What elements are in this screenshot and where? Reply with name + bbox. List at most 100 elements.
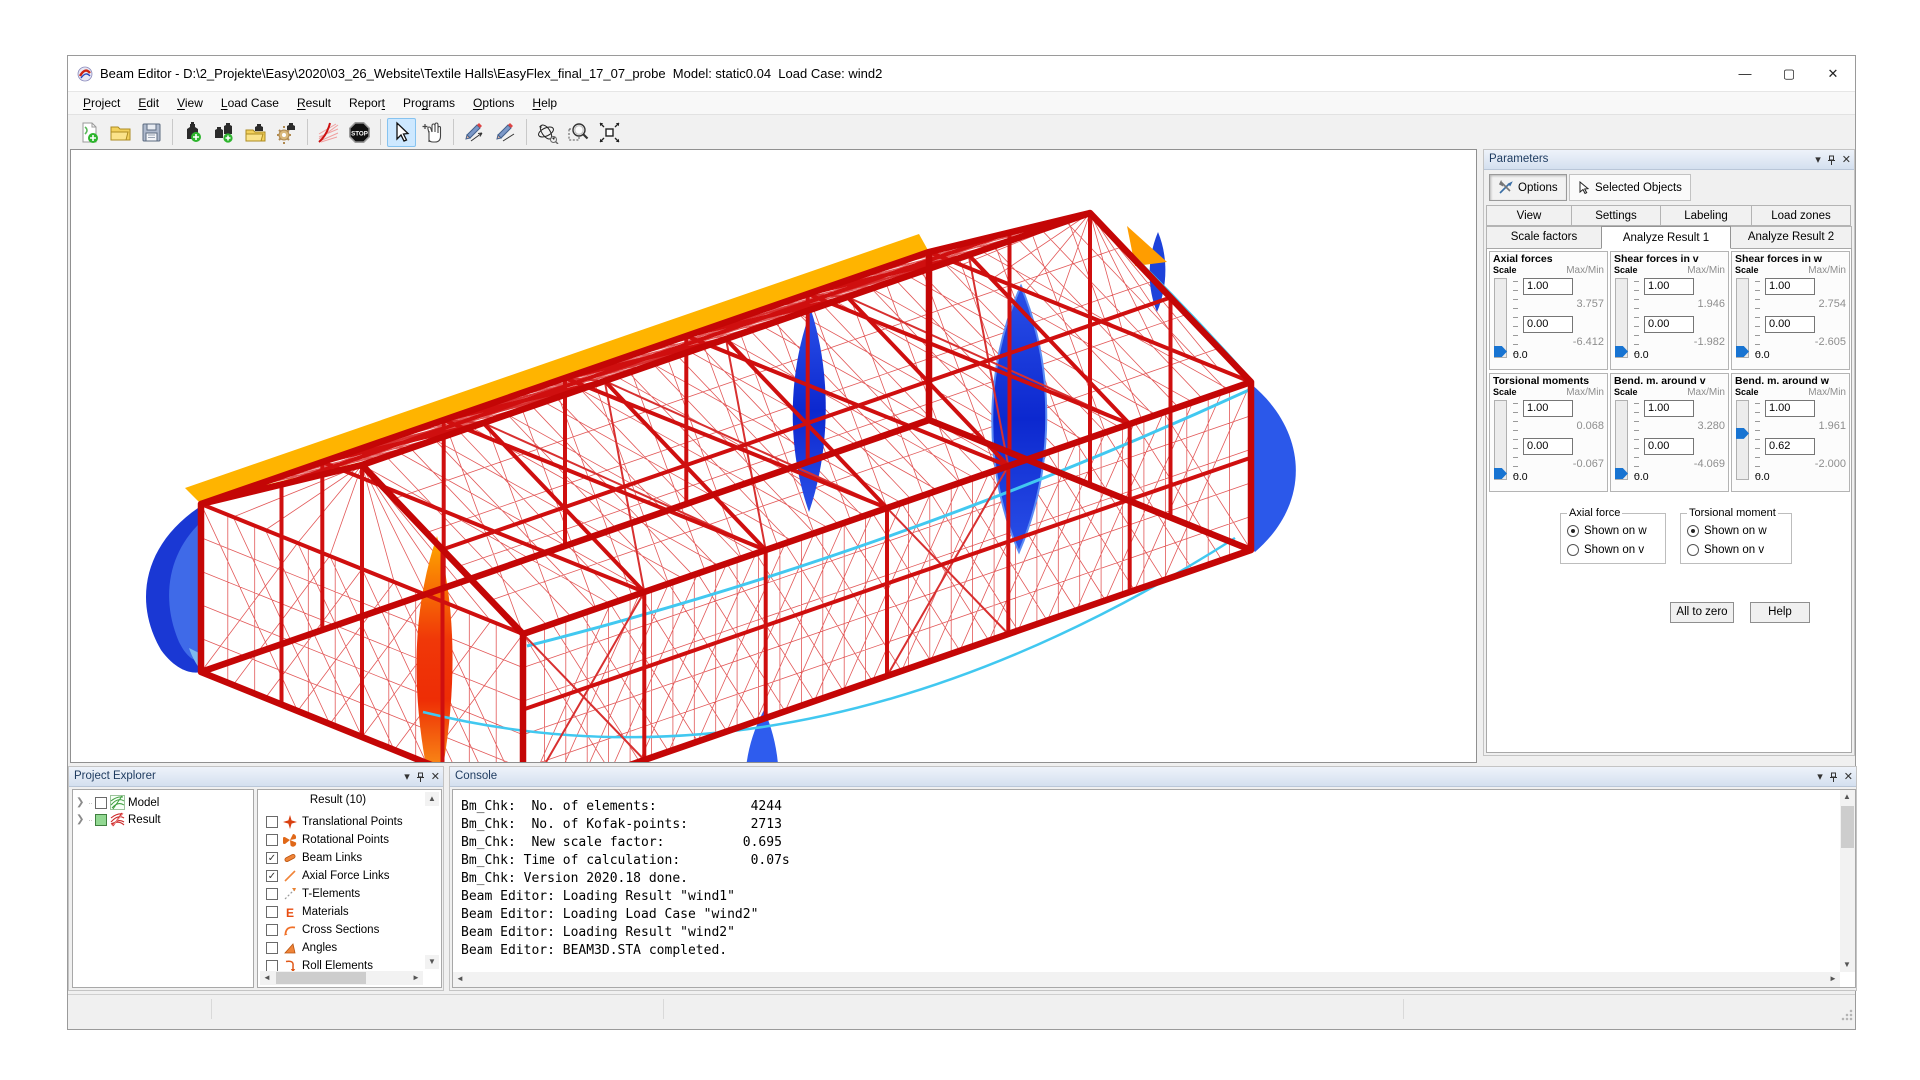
scroll-left-button[interactable]: ◄ (453, 972, 467, 986)
options-toggle-button[interactable]: Options (1489, 174, 1567, 201)
scroll-right-button[interactable]: ► (1826, 972, 1840, 986)
radio-shown-on-w[interactable]: Shown on w (1687, 521, 1785, 540)
help-button[interactable]: Help (1750, 602, 1810, 623)
radio-shown-on-w[interactable]: Shown on w (1567, 521, 1659, 540)
add-load-case-button[interactable] (179, 118, 208, 147)
pin-icon[interactable] (1827, 155, 1836, 166)
radio-button[interactable] (1567, 544, 1579, 556)
tab-analyze-result-1[interactable]: Analyze Result 1 (1601, 226, 1731, 249)
offset-value-input[interactable]: 0.00 (1523, 316, 1573, 333)
offset-value-input[interactable]: 0.00 (1644, 316, 1694, 333)
radio-button[interactable] (1687, 525, 1699, 537)
scale-slider[interactable] (1494, 400, 1507, 480)
scale-slider-thumb[interactable] (1736, 428, 1749, 439)
scale-slider[interactable] (1736, 400, 1749, 480)
resize-grip[interactable] (1841, 1009, 1853, 1021)
zoom-window-button[interactable] (564, 118, 593, 147)
all-to-zero-button[interactable]: All to zero (1670, 602, 1734, 623)
open-load-case-button[interactable] (241, 118, 270, 147)
menu-result[interactable]: Result (288, 92, 340, 114)
edit-dimension-1-button[interactable] (460, 118, 489, 147)
result-list-item[interactable]: ✓Translational Points (266, 814, 403, 830)
menu-options[interactable]: Options (464, 92, 523, 114)
show-results-button[interactable] (314, 118, 343, 147)
panel-close-icon[interactable]: ✕ (1842, 154, 1851, 166)
console-header[interactable]: Console ▾ ✕ (450, 767, 1856, 787)
menu-report[interactable]: Report (340, 92, 394, 114)
radio-button[interactable] (1687, 544, 1699, 556)
result-list-item[interactable]: ✓Rotational Points (266, 832, 389, 848)
scroll-down-button[interactable]: ▼ (425, 955, 439, 969)
tree-checkbox[interactable]: ✓ (95, 814, 107, 826)
tab-load-zones[interactable]: Load zones (1751, 205, 1851, 226)
scroll-up-button[interactable]: ▲ (425, 792, 439, 806)
pin-icon[interactable] (1829, 772, 1838, 783)
menu-project[interactable]: Project (74, 92, 129, 114)
minimize-button[interactable]: — (1723, 56, 1767, 92)
item-checkbox[interactable]: ✓ (266, 888, 278, 900)
panel-menu-icon[interactable]: ▾ (1815, 154, 1821, 166)
new-project-button[interactable] (75, 118, 104, 147)
scrollbar-thumb[interactable] (276, 972, 366, 984)
result-list-item[interactable]: ✓Angles (266, 940, 337, 956)
panel-close-icon[interactable]: ✕ (1844, 771, 1853, 783)
save-project-button[interactable] (137, 118, 166, 147)
offset-value-input[interactable]: 0.00 (1765, 316, 1815, 333)
radio-shown-on-v[interactable]: Shown on v (1567, 540, 1659, 559)
scale-slider-thumb[interactable] (1615, 468, 1628, 479)
result-list-item[interactable]: ✓Cross Sections (266, 922, 379, 938)
item-checkbox[interactable]: ✓ (266, 870, 278, 882)
radio-shown-on-v[interactable]: Shown on v (1687, 540, 1785, 559)
offset-value-input[interactable]: 0.00 (1644, 438, 1694, 455)
menu-load-case[interactable]: Load Case (212, 92, 288, 114)
title-bar[interactable]: Beam Editor - D:\2_Projekte\Easy\2020\03… (68, 56, 1855, 92)
item-checkbox[interactable]: ✓ (266, 852, 278, 864)
menu-help[interactable]: Help (523, 92, 566, 114)
add-load-cases-button[interactable] (210, 118, 239, 147)
scroll-down-button[interactable]: ▼ (1840, 958, 1854, 972)
result-list-item[interactable]: ✓T-Elements (266, 886, 360, 902)
offset-value-input[interactable]: 0.62 (1765, 438, 1815, 455)
scale-slider-thumb[interactable] (1615, 346, 1628, 357)
tree-checkbox[interactable]: ✓ (95, 797, 107, 809)
scroll-left-button[interactable]: ◄ (260, 971, 274, 985)
scale-value-input[interactable]: 1.00 (1523, 400, 1573, 417)
scale-slider[interactable] (1615, 400, 1628, 480)
expand-icon[interactable]: ❯ (76, 797, 85, 808)
tree-item-model[interactable]: ❯··✓Model (73, 794, 253, 811)
close-button[interactable]: ✕ (1811, 56, 1855, 92)
scale-value-input[interactable]: 1.00 (1765, 278, 1815, 295)
project-explorer-header[interactable]: Project Explorer ▾ ✕ (69, 767, 443, 787)
tab-settings[interactable]: Settings (1571, 205, 1661, 226)
menu-programs[interactable]: Programs (394, 92, 464, 114)
pin-icon[interactable] (416, 772, 425, 783)
item-checkbox[interactable]: ✓ (266, 906, 278, 918)
horizontal-scrollbar[interactable]: ◄ ► (453, 972, 1840, 987)
scale-slider-thumb[interactable] (1494, 346, 1507, 357)
scale-slider-thumb[interactable] (1736, 346, 1749, 357)
scale-slider-thumb[interactable] (1494, 468, 1507, 479)
offset-value-input[interactable]: 0.00 (1523, 438, 1573, 455)
rotate-view-button[interactable] (533, 118, 562, 147)
horizontal-scrollbar[interactable]: ◄ ► (260, 971, 423, 985)
tab-view[interactable]: View (1486, 205, 1572, 226)
maximize-button[interactable]: ▢ (1767, 56, 1811, 92)
tab-analyze-result-2[interactable]: Analyze Result 2 (1730, 226, 1852, 249)
panel-close-icon[interactable]: ✕ (431, 771, 440, 783)
scale-slider[interactable] (1736, 278, 1749, 358)
scale-value-input[interactable]: 1.00 (1765, 400, 1815, 417)
item-checkbox[interactable]: ✓ (266, 924, 278, 936)
panel-menu-icon[interactable]: ▾ (1817, 771, 1823, 783)
tab-labeling[interactable]: Labeling (1660, 205, 1752, 226)
model-viewport[interactable] (70, 149, 1477, 763)
parameters-panel-header[interactable]: Parameters ▾ ✕ (1484, 150, 1854, 170)
expand-icon[interactable]: ❯ (76, 814, 85, 825)
item-checkbox[interactable]: ✓ (266, 834, 278, 846)
result-list-item[interactable]: ✓EMaterials (266, 904, 349, 920)
tree-item-result[interactable]: ❯··✓Result (73, 811, 253, 828)
menu-view[interactable]: View (168, 92, 212, 114)
console-output[interactable]: Bm_Chk: No. of elements: 4244Bm_Chk: No.… (452, 789, 1856, 988)
panel-menu-icon[interactable]: ▾ (404, 771, 410, 783)
scrollbar-thumb[interactable] (1841, 806, 1854, 848)
fit-view-button[interactable] (595, 118, 624, 147)
